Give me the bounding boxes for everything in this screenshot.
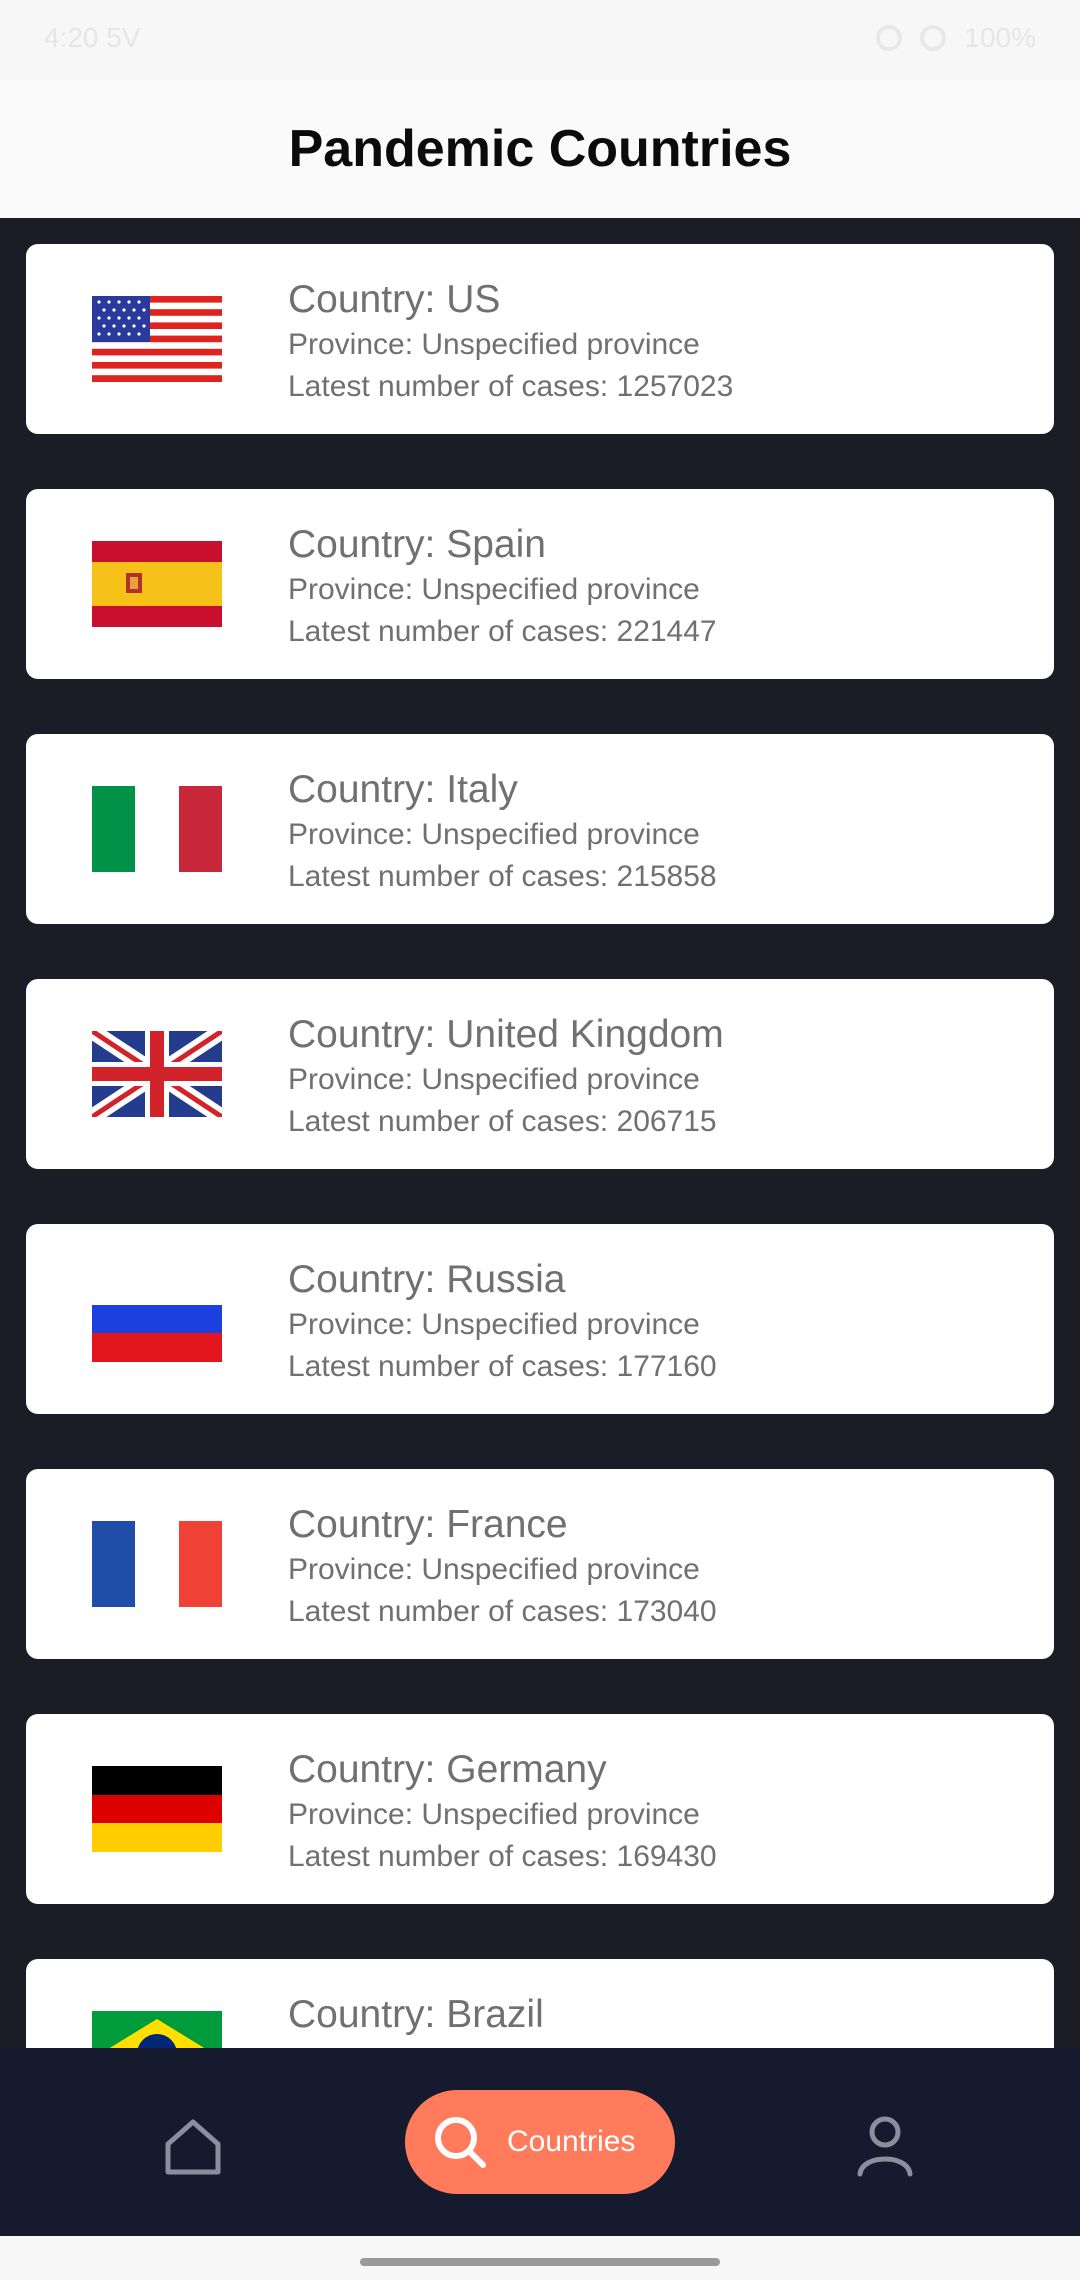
- country-name: Country: US: [288, 278, 501, 321]
- uk-flag-icon: [92, 1031, 222, 1117]
- province-text: Province: Unspecified province: [288, 1553, 700, 1586]
- page-title: Pandemic Countries: [288, 120, 792, 178]
- province-text: Province: Unspecified province: [288, 1798, 700, 1831]
- spain-flag-icon: [92, 541, 222, 627]
- home-icon[interactable]: [160, 2114, 226, 2180]
- country-card[interactable]: Country: France Province: Unspecified pr…: [26, 1469, 1054, 1659]
- country-name: Country: Brazil: [288, 1993, 544, 2036]
- tab-countries-label: Countries: [507, 2125, 636, 2158]
- cases-text: Latest number of cases: 221447: [288, 615, 717, 648]
- cases-text: Latest number of cases: 206715: [288, 1105, 717, 1138]
- signal-icon: [920, 25, 947, 51]
- province-text: Province: Unspecified province: [288, 328, 700, 361]
- country-card[interactable]: Country: United Kingdom Province: Unspec…: [26, 979, 1054, 1169]
- country-name: Country: United Kingdom: [288, 1013, 724, 1056]
- wifi-icon: [876, 25, 903, 51]
- card-text: Country: Brazil: [288, 1991, 544, 2039]
- status-bar: 4:20 5V 100%: [0, 0, 1080, 80]
- country-card[interactable]: Country: Italy Province: Unspecified pro…: [26, 734, 1054, 924]
- france-flag-icon: [92, 1521, 222, 1607]
- card-text: Country: US Province: Unspecified provin…: [288, 276, 733, 408]
- cases-text: Latest number of cases: 215858: [288, 860, 717, 893]
- status-time: 4:20 5V: [44, 22, 141, 53]
- tab-countries[interactable]: Countries: [405, 2090, 675, 2194]
- gesture-area: [0, 2236, 1080, 2280]
- status-icons: 100%: [876, 22, 1036, 54]
- search-icon: [435, 2117, 486, 2168]
- country-name: Country: Spain: [288, 523, 546, 566]
- card-text: Country: Germany Province: Unspecified p…: [288, 1746, 717, 1878]
- card-text: Country: Italy Province: Unspecified pro…: [288, 766, 717, 898]
- russia-flag-icon: [92, 1276, 222, 1362]
- brazil-flag-icon: [92, 2011, 222, 2048]
- country-name: Country: France: [288, 1503, 568, 1546]
- country-name: Country: Italy: [288, 768, 518, 811]
- cases-text: Latest number of cases: 1257023: [288, 370, 734, 403]
- home-gesture-bar[interactable]: [360, 2258, 720, 2266]
- country-card[interactable]: Country: Germany Province: Unspecified p…: [26, 1714, 1054, 1904]
- country-name: Country: Russia: [288, 1258, 566, 1301]
- province-text: Province: Unspecified province: [288, 1063, 700, 1096]
- profile-icon[interactable]: [852, 2112, 918, 2178]
- cases-text: Latest number of cases: 173040: [288, 1595, 717, 1628]
- country-card[interactable]: Country: Russia Province: Unspecified pr…: [26, 1224, 1054, 1414]
- cases-text: Latest number of cases: 177160: [288, 1350, 717, 1383]
- country-card[interactable]: Country: Spain Province: Unspecified pro…: [26, 489, 1054, 679]
- province-text: Province: Unspecified province: [288, 573, 700, 606]
- app-header: Pandemic Countries: [0, 80, 1080, 218]
- italy-flag-icon: [92, 786, 222, 872]
- battery-text: 100%: [964, 22, 1036, 53]
- bottom-navigation: Countries: [0, 2048, 1080, 2236]
- card-text: Country: Spain Province: Unspecified pro…: [288, 521, 717, 653]
- germany-flag-icon: [92, 1766, 222, 1852]
- province-text: Province: Unspecified province: [288, 818, 700, 851]
- country-name: Country: Germany: [288, 1748, 607, 1791]
- card-text: Country: France Province: Unspecified pr…: [288, 1501, 717, 1633]
- card-text: Country: Russia Province: Unspecified pr…: [288, 1256, 717, 1388]
- province-text: Province: Unspecified province: [288, 1308, 700, 1341]
- card-text: Country: United Kingdom Province: Unspec…: [288, 1011, 724, 1143]
- us-flag-icon: [92, 296, 222, 382]
- country-card[interactable]: Country: US Province: Unspecified provin…: [26, 244, 1054, 434]
- country-card[interactable]: Country: Brazil: [26, 1959, 1054, 2048]
- country-list[interactable]: Country: US Province: Unspecified provin…: [0, 218, 1080, 2048]
- cases-text: Latest number of cases: 169430: [288, 1840, 717, 1873]
